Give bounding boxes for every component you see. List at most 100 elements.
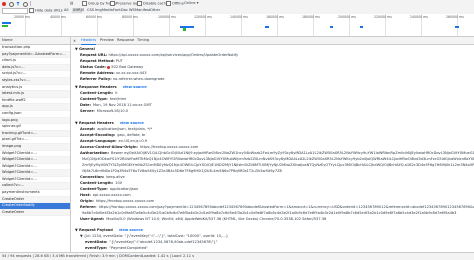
header-value: i5J6k7L8m9N0o1P2q3R4s5T6u7V8w9X0y1Z2a3B4… <box>82 169 282 173</box>
payload-summary[interactable]: ▼ {id: 1234, eventData: "{\"eventKey\":\… <box>80 234 228 238</box>
type-filter-css[interactable]: CSS <box>87 8 94 13</box>
tab-timing[interactable]: Timing <box>137 37 149 44</box>
header-key: Request URL: <box>80 53 108 57</box>
status-bar-text: 54 / 94 requests | 28.6 KB / 3.4 MB tran… <box>2 254 195 258</box>
type-filter-label: Font <box>113 8 121 12</box>
timeline-tick: 160000 ms <box>266 15 284 19</box>
request-row[interactable]: Widget?ClientId=... <box>0 151 70 158</box>
type-filter-ws[interactable]: WS <box>129 8 135 13</box>
request-row[interactable]: image.png <box>0 143 70 151</box>
type-filter-all[interactable]: All <box>64 8 68 13</box>
type-filter-js[interactable]: JS <box>81 8 84 13</box>
type-filter-img[interactable]: Img <box>95 8 102 13</box>
header-key: Status Code: <box>80 65 106 69</box>
offline-checkbox[interactable]: Offline <box>166 1 184 6</box>
tab-response[interactable]: Response <box>117 37 134 44</box>
header-key: Authorization: <box>80 151 110 155</box>
request-row[interactable]: logo.png <box>0 117 70 125</box>
request-row[interactable]: Widget?ClientId=... <box>0 177 70 184</box>
header-key: Accept-Encoding: <box>80 133 116 137</box>
triangle-down-icon: ▼ <box>75 47 78 51</box>
request-row[interactable]: styles.css?v=... <box>0 77 70 85</box>
request-name: Widget?ClientId=... <box>2 163 37 168</box>
header-key: Accept: <box>80 127 96 131</box>
header-key: Content-Length: <box>80 91 114 95</box>
request-row[interactable]: paymentinstruments <box>0 190 70 197</box>
request-row[interactable]: Widget?ClientId=... <box>0 170 70 177</box>
close-icon[interactable]: ✕ <box>73 38 76 45</box>
request-row[interactable]: Widget?ClientId=... <box>0 164 70 171</box>
request-row[interactable]: tracking.gif?ord=... <box>0 130 70 138</box>
request-headers-section-toggle[interactable]: ▼ Request Headers view source <box>75 121 144 125</box>
timeline-tick: 220000 ms <box>374 15 392 19</box>
request-details-panel: ✕ Headers Preview Response Timing ▼ Gene… <box>71 37 474 252</box>
header-value: no-referrer-when-downgrade <box>112 77 165 81</box>
preserve-log-checkbox[interactable]: Preserve log <box>110 1 138 6</box>
header-row: Date: Mon, 19 Nov 2018 11:xx:xx GMT <box>80 103 152 107</box>
offline-label: Offline <box>172 1 184 6</box>
request-name: CreateOrder <box>2 209 25 214</box>
request-payload-section-toggle[interactable]: ▼ Request Payload view source <box>75 228 143 232</box>
request-headers-title: Request Headers <box>79 121 114 125</box>
request-row[interactable]: spinner.gif <box>0 124 70 131</box>
request-name: Widget?ClientId=... <box>2 157 37 162</box>
payload-summary-text: {id: 1234, eventData: "{\"eventKey\":\".… <box>83 234 229 238</box>
request-name: latest.min.js <box>2 91 25 96</box>
type-filter-font[interactable]: Font <box>113 8 121 13</box>
request-row[interactable]: pixel.gif?id=... <box>0 137 70 144</box>
filter-icon[interactable] <box>16 1 20 6</box>
view-large-rows-icon[interactable]: ▤ <box>70 1 73 6</box>
response-headers-section-toggle[interactable]: ▼ Response Headers view source <box>75 85 147 89</box>
request-row[interactable]: data.js?v=... <box>0 64 70 72</box>
record-icon[interactable] <box>2 1 6 6</box>
type-filter-doc[interactable]: Doc <box>121 8 128 13</box>
view-source-link[interactable]: view source <box>119 228 143 232</box>
request-name: app.js <box>2 104 13 109</box>
request-name: client.js <box>2 58 16 63</box>
request-row[interactable]: CreateOrder <box>0 209 70 217</box>
header-key: Origin: <box>80 199 94 203</box>
request-row[interactable]: fontfile.woff2 <box>0 98 70 105</box>
request-row[interactable]: Widget?ClientId=... <box>0 157 70 164</box>
request-row[interactable]: collect?v=... <box>0 183 70 191</box>
general-section-toggle[interactable]: ▼ General <box>75 47 95 51</box>
header-value: https://frontop.xxxxx.xxxxx.com/pay?paym… <box>98 205 474 209</box>
request-row[interactable]: latest.min.js <box>0 91 70 98</box>
request-row[interactable]: analytics.js <box>0 85 70 92</box>
header-row: Content-Type: text/html <box>80 97 126 101</box>
request-row[interactable]: CreateOrder <box>0 196 70 204</box>
request-row[interactable]: transaction.php <box>0 45 70 52</box>
header-value: MzQ1NjctODkwYS1iY2RlLWYwMTItMzQ1Njc4OWFi… <box>82 157 474 161</box>
tab-headers[interactable]: Headers <box>81 37 96 45</box>
header-row: MzQ1NjctODkwYS1iY2RlLWYwMTItMzQ1Njc4OWFi… <box>80 157 474 161</box>
disable-cache-checkbox[interactable]: Disable cache <box>137 1 168 6</box>
type-filter-other[interactable]: Other <box>150 8 160 13</box>
throttling-select[interactable]: Online ▾ <box>184 1 199 6</box>
timeline-tick: 200000 ms <box>338 15 356 19</box>
request-row[interactable]: app.js <box>0 104 70 111</box>
request-row[interactable]: pay?paymentId=..&hostedForm=... <box>0 51 70 59</box>
timeline-overview[interactable]: 20000 ms 40000 ms 60000 ms 80000 ms 1000… <box>0 14 474 37</box>
status-indicator-icon <box>107 65 111 69</box>
request-row[interactable]: CreateOrderNotify <box>0 203 70 210</box>
header-value: 9a8b7c6d5e4f3a2b1c0d9e8f7a6b5c4d3e2f1a0b… <box>82 211 457 215</box>
request-name: logo.png <box>2 117 18 122</box>
timeline-tick: 80000 ms <box>122 15 138 19</box>
type-filter-manifest[interactable]: Manifest <box>135 8 150 13</box>
preserve-log-label: Preserve log <box>116 1 139 6</box>
request-list-header[interactable]: Name <box>0 37 70 45</box>
clear-icon[interactable] <box>9 1 14 7</box>
view-source-link[interactable]: view source <box>120 121 144 125</box>
view-source-link[interactable]: view source <box>123 85 147 89</box>
request-list[interactable]: Name transaction.php pay?paymentId=..&hos… <box>0 37 71 252</box>
search-icon[interactable] <box>23 1 28 7</box>
header-value: en-US,en;q=0.9 <box>118 139 148 143</box>
header-value: application/json <box>109 187 139 191</box>
request-row[interactable]: client.js <box>0 58 70 65</box>
tab-preview[interactable]: Preview <box>100 37 114 44</box>
type-filter-media[interactable]: Media <box>102 8 113 13</box>
hide-data-urls-checkbox[interactable]: Hide data URLs <box>29 8 63 13</box>
request-row[interactable]: script.js?v=... <box>0 71 70 78</box>
timeline-tick: 60000 ms <box>86 15 102 19</box>
request-row[interactable]: config.json <box>0 111 70 118</box>
